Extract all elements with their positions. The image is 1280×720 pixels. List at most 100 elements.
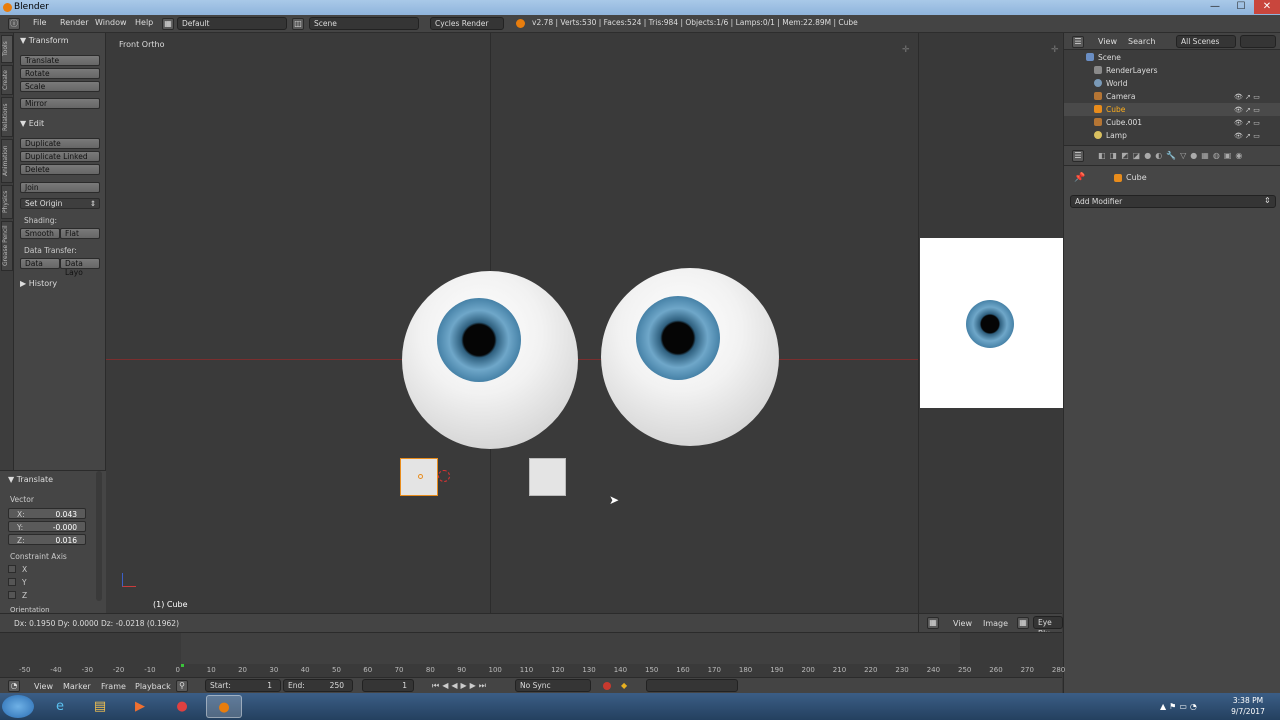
left-eyeball[interactable]: [402, 271, 578, 449]
rotate-button[interactable]: Rotate: [20, 68, 100, 79]
close-button[interactable]: ✕: [1254, 0, 1280, 14]
keying-set-icon[interactable]: ◆: [621, 681, 627, 690]
constraint-y-checkbox[interactable]: [8, 578, 16, 586]
edit-panel-header[interactable]: ▼ Edit: [20, 119, 44, 128]
file-explorer-icon[interactable]: ▤: [82, 695, 118, 718]
history-panel-header[interactable]: ▶ History: [20, 279, 57, 288]
outliner-row-world[interactable]: World: [1064, 77, 1280, 90]
current-frame-field[interactable]: 1: [362, 679, 414, 692]
timeline-view-menu[interactable]: View: [34, 682, 53, 691]
clock-date[interactable]: 9/7/2017: [1228, 707, 1268, 716]
area-split-icon-2[interactable]: ✛: [1051, 45, 1059, 55]
smooth-button[interactable]: Smooth: [20, 228, 60, 239]
camera-icon: [1094, 92, 1102, 100]
timeline[interactable]: -50 -40 -30 -20 -10 0 10 20 30 40 50 60 70 80 90 100 110…: [0, 632, 1065, 677]
mirror-button[interactable]: Mirror: [20, 98, 100, 109]
tab-physics[interactable]: Physics: [1, 185, 13, 219]
outliner-label: Cube: [1106, 105, 1126, 114]
timeline-playback-menu[interactable]: Playback: [135, 682, 171, 691]
internet-explorer-icon[interactable]: e: [42, 695, 78, 718]
right-eyeball[interactable]: [601, 268, 779, 446]
menu-help[interactable]: Help: [135, 18, 153, 27]
visibility-toggles[interactable]: 👁 ➚ ▭ 👁 ➚ ▭ 👁 ➚ ▭ 👁 ➚ ▭: [1234, 91, 1260, 143]
screen-layout-icon[interactable]: ▦: [162, 18, 174, 30]
outliner-view-menu[interactable]: View: [1098, 37, 1117, 46]
flat-button[interactable]: Flat: [60, 228, 100, 239]
right-iris: [636, 296, 720, 380]
scene-icon[interactable]: ◫: [292, 18, 304, 30]
join-button[interactable]: Join: [20, 182, 100, 193]
blender-taskbar-icon[interactable]: ●: [206, 695, 242, 718]
outliner-row-renderlayers[interactable]: RenderLayers: [1064, 64, 1280, 77]
operator-panel-header[interactable]: ▼ Translate: [8, 475, 53, 484]
vector-x-field[interactable]: X: 0.043: [8, 508, 86, 519]
image-editor[interactable]: ✛: [918, 33, 1063, 613]
constraint-x-checkbox[interactable]: [8, 565, 16, 573]
start-button-icon[interactable]: [2, 695, 34, 718]
image-view-menu[interactable]: View: [953, 619, 972, 628]
translate-button[interactable]: Translate: [20, 55, 100, 66]
properties-context-icons[interactable]: ◧◨◩◪●◐🔧▽●▦◍▣◉: [1098, 151, 1246, 160]
maximize-button[interactable]: ☐: [1228, 0, 1254, 14]
editor-type-icon[interactable]: ⓘ: [8, 18, 20, 30]
scene-selector[interactable]: Scene: [309, 17, 419, 30]
sync-mode-dropdown[interactable]: No Sync: [515, 679, 591, 692]
tab-relations[interactable]: Relations: [1, 97, 13, 137]
data-button[interactable]: Data: [20, 258, 60, 269]
outliner-search-menu[interactable]: Search: [1128, 37, 1155, 46]
playback-controls[interactable]: ⏮◀◀▶▶⏭: [432, 681, 489, 691]
clock-time[interactable]: 3:38 PM: [1228, 696, 1268, 705]
timeline-editor-icon[interactable]: ◔: [8, 680, 20, 692]
menu-file[interactable]: File: [33, 18, 46, 27]
chrome-icon[interactable]: ●: [164, 695, 200, 718]
start-frame-field[interactable]: Start: 1: [205, 679, 281, 692]
outliner-row-scene[interactable]: Scene: [1064, 51, 1280, 64]
set-origin-dropdown[interactable]: Set Origin ⇕: [20, 198, 100, 209]
record-icon[interactable]: [603, 682, 611, 690]
timeline-tick-label: 270: [1020, 666, 1034, 674]
image-image-menu[interactable]: Image: [983, 619, 1008, 628]
3d-cursor-icon[interactable]: [438, 470, 450, 482]
outliner-search-field[interactable]: [1240, 35, 1276, 48]
outliner-editor-icon[interactable]: ☰: [1072, 36, 1084, 48]
outliner-display-mode[interactable]: All Scenes: [1176, 35, 1236, 48]
menu-window[interactable]: Window: [95, 18, 127, 27]
pin-icon[interactable]: 📌: [1074, 173, 1085, 183]
timeline-marker-menu[interactable]: Marker: [63, 682, 91, 691]
menu-render[interactable]: Render: [60, 18, 88, 27]
duplicate-linked-button[interactable]: Duplicate Linked: [20, 151, 100, 162]
vector-y-field[interactable]: Y: -0.000: [8, 521, 86, 532]
data-layout-button[interactable]: Data Layo: [60, 258, 100, 277]
tab-tools[interactable]: Tools: [1, 35, 13, 63]
area-split-icon[interactable]: ✛: [902, 45, 910, 55]
image-editor-type-icon[interactable]: ▦: [927, 617, 939, 629]
tab-create[interactable]: Create: [1, 65, 13, 95]
end-frame-field[interactable]: End: 250: [283, 679, 353, 692]
image-browse-icon[interactable]: ▦: [1017, 617, 1029, 629]
scale-button[interactable]: Scale: [20, 81, 100, 92]
timeline-tick-label: 210: [832, 666, 847, 674]
3d-viewport[interactable]: Front Ortho ➤ (1) Cube ✛: [106, 33, 918, 613]
render-engine-selector[interactable]: Cycles Render: [430, 17, 504, 30]
system-tray-icons[interactable]: ▲⚑▭◔: [1160, 702, 1200, 711]
properties-editor-icon[interactable]: ☰: [1072, 150, 1084, 162]
tab-grease-pencil[interactable]: Grease Pencil: [1, 221, 13, 271]
operator-scrollbar[interactable]: [96, 471, 102, 601]
delete-button[interactable]: Delete: [20, 164, 100, 175]
timeline-tick-label: -40: [50, 666, 62, 674]
duplicate-button[interactable]: Duplicate: [20, 138, 100, 149]
constraint-z-checkbox[interactable]: [8, 591, 16, 599]
add-modifier-dropdown[interactable]: Add Modifier: [1070, 195, 1276, 208]
image-name-field[interactable]: Eye Blu: [1033, 616, 1063, 638]
timeline-tick-label: 100: [488, 666, 502, 674]
timeline-frame-menu[interactable]: Frame: [101, 682, 126, 691]
tab-animation[interactable]: Animation: [1, 139, 13, 183]
transform-panel-header[interactable]: ▼ Transform: [20, 36, 69, 45]
media-player-icon[interactable]: ▶: [122, 695, 158, 718]
vector-z-field[interactable]: Z: 0.016: [8, 534, 86, 545]
minimize-button[interactable]: —: [1202, 0, 1228, 14]
cube-001[interactable]: [529, 458, 566, 496]
keying-set-field[interactable]: [646, 679, 738, 692]
layout-selector[interactable]: Default: [177, 17, 287, 30]
preview-range-icon[interactable]: ⚲: [176, 680, 188, 692]
